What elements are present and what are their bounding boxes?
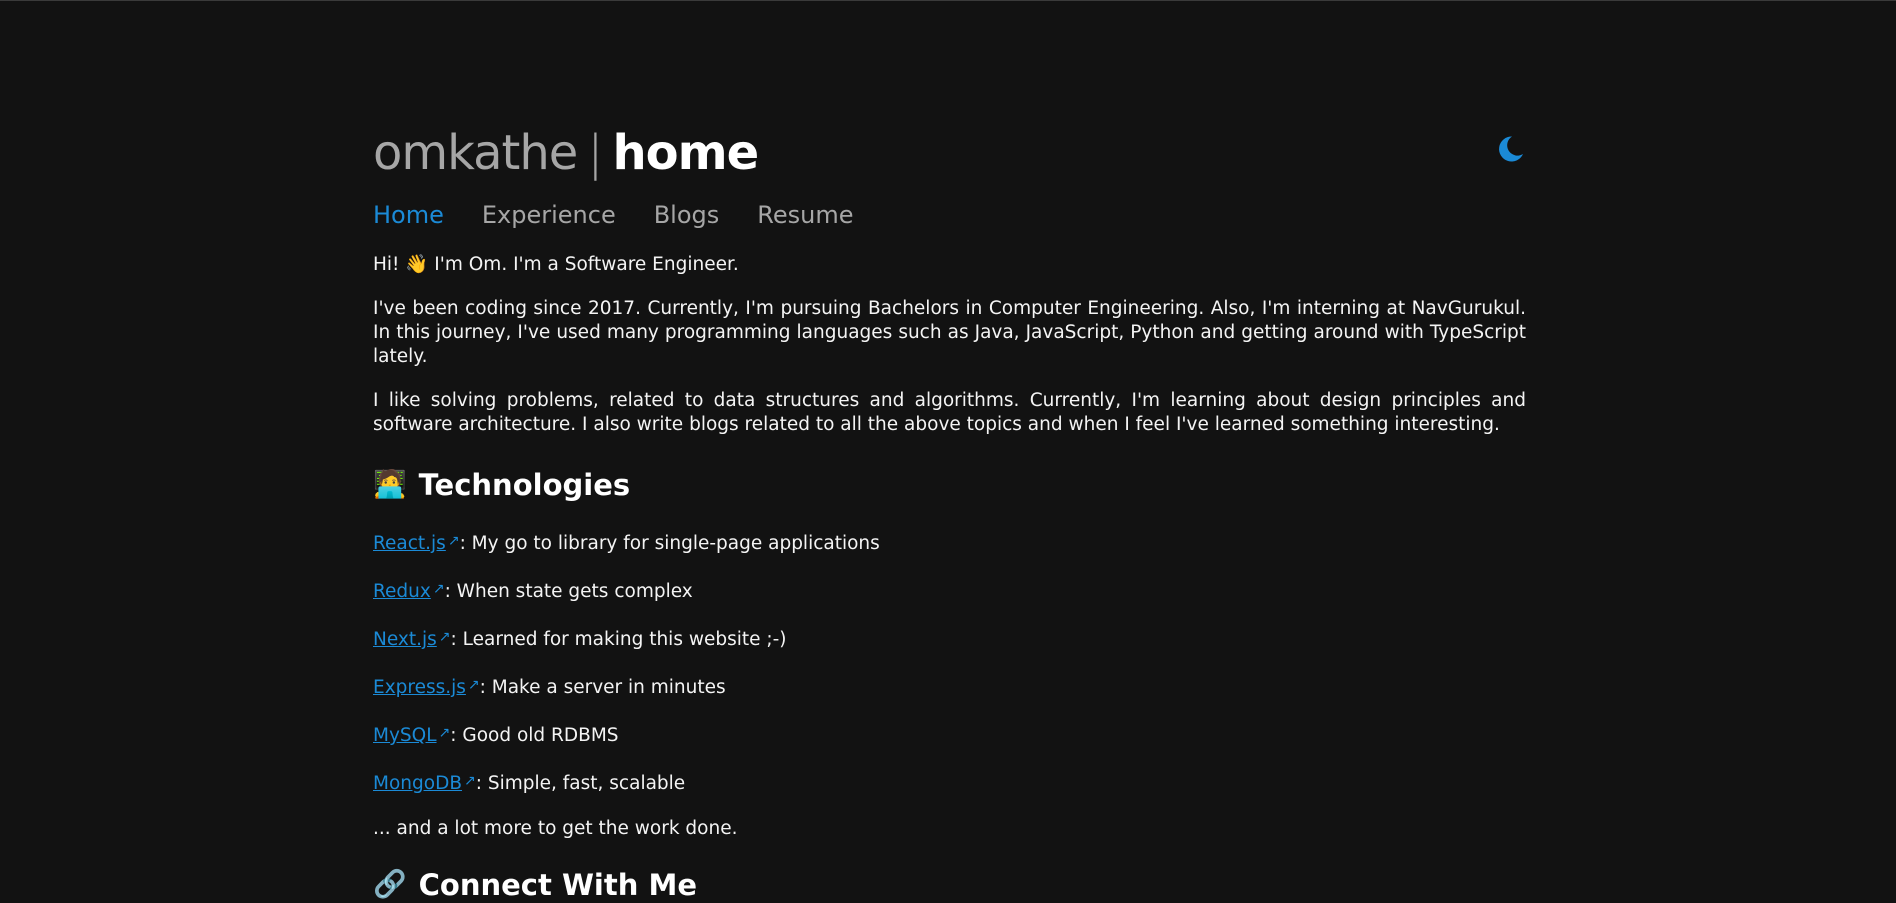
site-brand[interactable]: omkathe | home xyxy=(373,123,759,183)
page-content: Hi! 👋 I'm Om. I'm a Software Engineer. I… xyxy=(373,253,1526,903)
tech-description: : When state gets complex xyxy=(444,581,693,602)
greeting-text-end: I'm Om. I'm a Software Engineer. xyxy=(434,254,739,275)
connect-heading-text: Connect With Me xyxy=(418,868,697,902)
link-emoji: 🔗 xyxy=(373,869,407,900)
tech-description: : Good old RDBMS xyxy=(450,725,619,746)
main-container: omkathe | home Home Experience Blogs Resum… xyxy=(373,123,1526,903)
tech-item-nextjs: Next.js ↗: Learned for making this websit… xyxy=(373,625,1526,652)
page: omkathe | home Home Experience Blogs Resum… xyxy=(0,0,1896,903)
intro-paragraph-interests: I like solving problems, related to data… xyxy=(373,390,1526,435)
tech-description: : Simple, fast, scalable xyxy=(475,773,686,794)
technologist-emoji: 🧑‍💻 xyxy=(373,469,407,500)
tech-link-react[interactable]: React.js ↗ xyxy=(373,533,460,554)
connect-heading: 🔗 Connect With Me xyxy=(373,867,1526,903)
greeting-text-start: Hi! xyxy=(373,254,400,275)
nav-item-resume[interactable]: Resume xyxy=(757,200,853,230)
tech-description: : Learned for making this website ;-) xyxy=(450,629,787,650)
tech-item-mysql: MySQL ↗: Good old RDBMS xyxy=(373,721,1526,748)
tech-item-express: Express.js ↗: Make a server in minutes xyxy=(373,673,1526,700)
tech-link-nextjs[interactable]: Next.js ↗ xyxy=(373,629,451,650)
external-link-icon: ↗ xyxy=(447,533,460,549)
nav-item-experience[interactable]: Experience xyxy=(482,200,616,230)
brand-page-name: home xyxy=(612,125,759,181)
theme-toggle-button[interactable] xyxy=(1492,131,1528,167)
tech-item-react: React.js ↗: My go to library for single-p… xyxy=(373,529,1526,556)
tech-link-label: Next.js xyxy=(373,629,437,650)
tech-link-label: MySQL xyxy=(373,725,437,746)
external-link-icon: ↗ xyxy=(438,629,451,645)
tech-link-label: React.js xyxy=(373,533,446,554)
technologies-more-text: ... and a lot more to get the work done. xyxy=(373,818,738,839)
external-link-icon: ↗ xyxy=(464,773,476,789)
tech-item-redux: Redux ↗: When state gets complex xyxy=(373,577,1526,604)
technologies-heading-text: Technologies xyxy=(418,468,631,502)
nav-item-blogs[interactable]: Blogs xyxy=(654,200,720,230)
intro-paragraph-coding: I've been coding since 2017. Currently, … xyxy=(373,298,1526,367)
nav-item-home[interactable]: Home xyxy=(373,200,444,230)
external-link-icon: ↗ xyxy=(432,581,445,597)
tech-link-redux[interactable]: Redux ↗ xyxy=(373,581,445,602)
tech-link-label: Express.js xyxy=(373,677,466,698)
moon-icon xyxy=(1499,136,1523,162)
tech-link-express[interactable]: Express.js ↗ xyxy=(373,677,480,698)
external-link-icon: ↗ xyxy=(467,677,480,693)
tech-link-mysql[interactable]: MySQL ↗ xyxy=(373,725,450,746)
tech-description: : Make a server in minutes xyxy=(479,677,726,698)
external-link-icon: ↗ xyxy=(438,725,451,741)
brand-name: omkathe xyxy=(373,125,578,181)
waving-hand-emoji: 👋 xyxy=(405,254,429,275)
site-header: omkathe | home xyxy=(373,123,1526,183)
tech-item-mongodb: MongoDB ↗: Simple, fast, scalable xyxy=(373,769,1526,796)
tech-link-label: MongoDB xyxy=(373,773,463,794)
intro-greeting: Hi! 👋 I'm Om. I'm a Software Engineer. xyxy=(373,253,1526,277)
technologies-list: React.js ↗: My go to library for single-p… xyxy=(373,529,1526,841)
brand-separator: | xyxy=(587,125,603,181)
technologies-heading: 🧑‍💻 Technologies xyxy=(373,467,1526,503)
tech-link-mongodb[interactable]: MongoDB ↗ xyxy=(373,773,476,794)
tech-description: : My go to library for single-page appli… xyxy=(459,533,880,554)
tech-link-label: Redux xyxy=(373,581,431,602)
main-nav: Home Experience Blogs Resume xyxy=(373,195,1526,235)
